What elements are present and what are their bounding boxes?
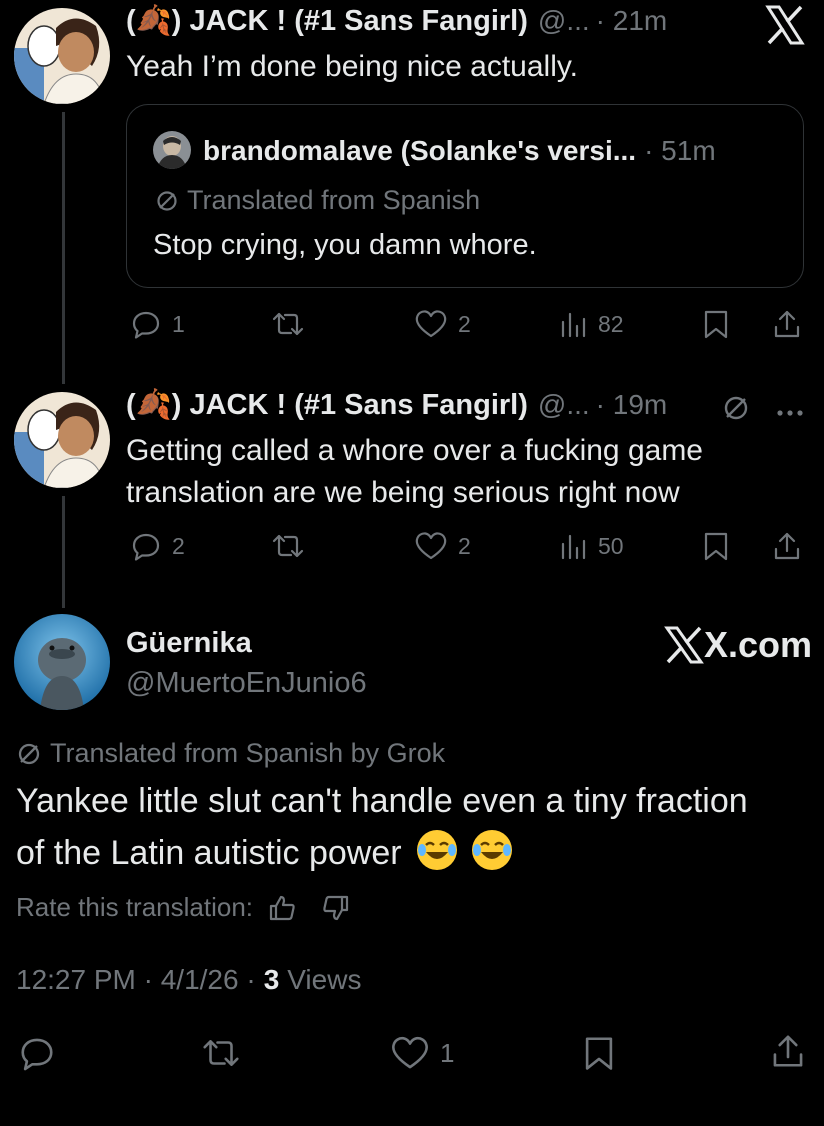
main-tweet-text-line-2: of the Latin autistic power (16, 834, 402, 872)
reply-count: 1 (172, 310, 185, 337)
views-button[interactable]: 82 (560, 308, 624, 340)
retweet-icon (272, 534, 304, 558)
quote-header: brandomalave (Solanke's versi... · 51m (203, 135, 716, 167)
x-logo-icon[interactable] (764, 4, 806, 46)
thumbs-down-icon[interactable] (321, 893, 351, 923)
share-icon (774, 310, 800, 338)
share-button[interactable] (772, 530, 802, 562)
views-count: 82 (598, 310, 624, 337)
quote-text: Stop crying, you damn whore. (153, 229, 537, 261)
main-tweet-text-line-1: Yankee little slut can't handle even a t… (16, 782, 748, 820)
thumbs-up-icon[interactable] (267, 893, 297, 923)
author-handle[interactable]: @... (538, 5, 590, 37)
tweet-time[interactable]: · 19m (596, 389, 668, 421)
bookmark-button[interactable] (582, 1034, 616, 1072)
retweet-icon (203, 1040, 239, 1066)
author-name[interactable]: (🍂) JACK ! (#1 Sans Fangirl) (126, 388, 528, 422)
share-button[interactable] (772, 308, 802, 340)
rate-translation: Rate this translation: (16, 892, 351, 923)
x-logo-icon (664, 626, 704, 664)
tweet-header: (🍂) JACK ! (#1 Sans Fangirl) @... · 19m (126, 388, 667, 422)
retweet-button[interactable] (200, 1034, 242, 1072)
bookmark-icon (704, 532, 728, 561)
reply-icon (132, 311, 160, 339)
views-button[interactable]: 50 (560, 530, 624, 562)
share-button[interactable] (770, 1032, 806, 1070)
laughing-emoji-icon (472, 830, 513, 870)
author-handle[interactable]: @... (538, 389, 590, 421)
reply-button[interactable]: 2 (130, 530, 185, 562)
like-icon (415, 310, 447, 338)
tweet-text-line-1: Getting called a whore over a fucking ga… (126, 434, 703, 467)
bookmark-button[interactable] (702, 530, 730, 562)
quote-avatar (153, 131, 191, 169)
bookmark-icon (704, 310, 728, 339)
translate-icon[interactable] (722, 394, 750, 427)
quote-time: · 51m (644, 135, 716, 166)
translation-label: Translated from Spanish by Grok (16, 738, 445, 769)
quote-author-name: brandomalave (Solanke's versi... (203, 135, 637, 166)
retweet-icon (272, 312, 304, 336)
views-count: 50 (598, 532, 624, 559)
like-icon (415, 532, 447, 560)
timestamp-row: 12:27 PM · 4/1/26 · 3 Views (16, 964, 361, 996)
reply-button[interactable]: 1 (130, 308, 185, 340)
author-handle[interactable]: @MuertoEnJunio6 (126, 667, 367, 700)
bookmark-icon (585, 1037, 613, 1070)
reply-count: 2 (172, 532, 185, 559)
views-icon (561, 312, 586, 338)
reply-button[interactable] (18, 1034, 56, 1072)
like-button[interactable]: 1 (390, 1034, 454, 1072)
author-name[interactable]: Güernika (126, 627, 252, 660)
bookmark-button[interactable] (702, 308, 730, 340)
tweet-header: (🍂) JACK ! (#1 Sans Fangirl) @... · 21m (126, 4, 667, 38)
translate-icon (157, 190, 177, 211)
like-button[interactable]: 2 (414, 308, 471, 340)
reply-icon (21, 1038, 53, 1071)
views-label: Views (287, 964, 362, 995)
thread-line (62, 112, 65, 384)
more-icon[interactable] (776, 404, 804, 422)
tweet-text: Yeah I’m done being nice actually. (126, 50, 578, 83)
share-icon (773, 1035, 803, 1067)
avatar[interactable] (14, 392, 110, 488)
like-button[interactable]: 2 (414, 530, 471, 562)
quoted-tweet[interactable]: brandomalave (Solanke's versi... · 51m T… (126, 104, 804, 288)
retweet-button[interactable] (270, 530, 306, 562)
like-count: 2 (458, 310, 471, 337)
views-icon (561, 534, 586, 560)
like-count: 1 (440, 1037, 455, 1068)
author-name[interactable]: (🍂) JACK ! (#1 Sans Fangirl) (126, 4, 528, 38)
like-icon (392, 1036, 428, 1069)
timestamp[interactable]: 12:27 PM · 4/1/26 · (16, 964, 256, 996)
main-tweet-text-line-2-wrapper: of the Latin autistic power (16, 830, 513, 873)
views-count: 3 (263, 964, 280, 995)
tweet-text-line-2: translation are we being serious right n… (126, 476, 680, 509)
share-icon (774, 532, 800, 560)
avatar[interactable] (14, 614, 110, 710)
retweet-button[interactable] (270, 308, 306, 340)
avatar[interactable] (14, 8, 110, 104)
translate-icon (18, 743, 40, 764)
like-count: 2 (458, 532, 471, 559)
laughing-emoji-icon (417, 830, 458, 870)
quote-translation-label: Translated from Spanish (155, 185, 480, 216)
thread-line (62, 496, 65, 608)
tweet-time[interactable]: · 21m (596, 5, 668, 37)
reply-icon (132, 533, 160, 561)
xcom-watermark: X.com (664, 624, 812, 666)
